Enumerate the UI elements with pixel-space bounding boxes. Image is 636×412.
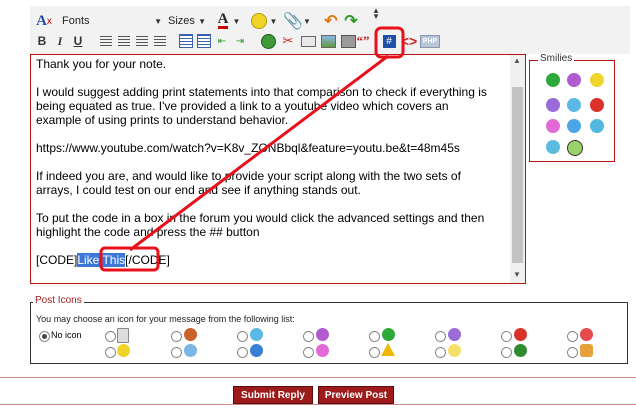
post-icon-radio[interactable] — [171, 331, 182, 342]
devil-icon — [316, 344, 329, 357]
divider — [0, 377, 636, 378]
angry-purple-icon — [448, 328, 461, 341]
post-icon-radio[interactable] — [303, 331, 314, 342]
post-icon-radio[interactable] — [435, 347, 446, 358]
annotation-box-selection — [99, 246, 160, 272]
divider — [0, 404, 636, 405]
post-icon-radio[interactable] — [303, 347, 314, 358]
thumbs-down-icon — [184, 328, 197, 341]
post-icons-box: Post Icons You may choose an icon for yo… — [30, 295, 628, 364]
post-icon-radio[interactable] — [567, 347, 578, 358]
no-icon-radio[interactable] — [39, 331, 50, 342]
post-icon-radio[interactable] — [105, 347, 116, 358]
preview-post-button[interactable]: Preview Post — [318, 386, 394, 404]
red-mad-icon — [514, 328, 527, 341]
post-icons-title: Post Icons — [33, 295, 84, 306]
grin-icon — [382, 328, 395, 341]
alert-icon — [381, 343, 395, 356]
post-icon-radio[interactable] — [369, 331, 380, 342]
post-icon-radio[interactable] — [237, 347, 248, 358]
post-icon-radio[interactable] — [237, 331, 248, 342]
annotation-arrow-line — [129, 54, 389, 252]
cool-icon — [184, 344, 197, 357]
post-icon-radio[interactable] — [501, 347, 512, 358]
thumbs-up-icon — [580, 344, 593, 357]
post-icon-radio[interactable] — [369, 347, 380, 358]
annotation-box-code-button — [374, 26, 405, 59]
document-icon — [117, 328, 129, 343]
smile-blue-icon — [250, 328, 263, 341]
post-icon-radio[interactable] — [435, 331, 446, 342]
mad-purple-icon — [316, 328, 329, 341]
post-icon-radio[interactable] — [501, 331, 512, 342]
post-icon-radio[interactable] — [171, 347, 182, 358]
submit-reply-button[interactable]: Submit Reply — [233, 386, 313, 404]
arrow-right-icon — [514, 344, 527, 357]
lightbulb-icon — [448, 344, 461, 357]
post-icon-radio[interactable] — [567, 331, 578, 342]
angry-red-icon — [580, 328, 593, 341]
smile-yellow-icon — [117, 344, 130, 357]
post-icons-hint: You may choose an icon for your message … — [36, 314, 295, 324]
post-icon-radio[interactable] — [105, 331, 116, 342]
question-icon — [250, 344, 263, 357]
no-icon-label: No icon — [51, 330, 82, 340]
